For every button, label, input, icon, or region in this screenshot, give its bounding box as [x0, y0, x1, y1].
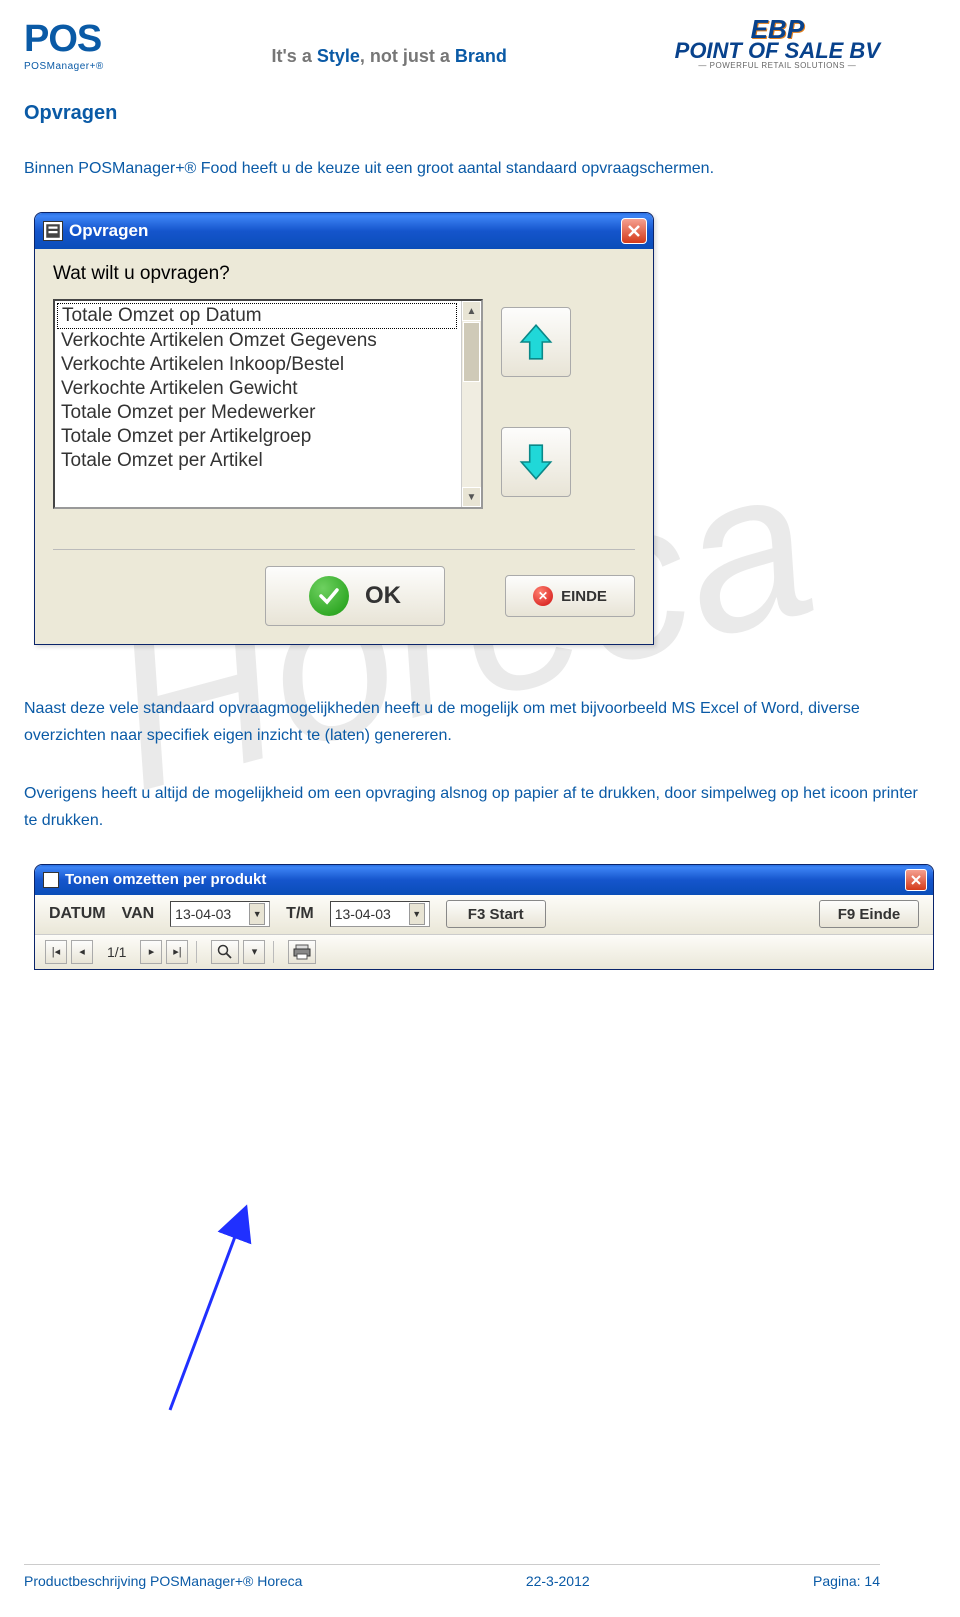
logo-main-text: POS [24, 18, 104, 61]
f3-start-button[interactable]: F3 Start [446, 900, 546, 928]
tm-date-value: 13-04-03 [335, 906, 391, 922]
paragraph-1: Binnen POSManager+® Food heeft u de keuz… [24, 155, 928, 182]
list-item[interactable]: Totale Omzet per Artikel [57, 449, 457, 473]
window2-title: Tonen omzetten per produkt [65, 871, 905, 888]
tm-label: T/M [286, 905, 314, 923]
listbox-scrollbar[interactable]: ▲ ▼ [461, 301, 481, 507]
dialog-prompt: Wat wilt u opvragen? [53, 263, 635, 285]
van-date-input[interactable]: 13-04-03 ▼ [170, 901, 270, 927]
footer-left: Productbeschrijving POSManager+® Horeca [24, 1573, 302, 1589]
list-item[interactable]: Verkochte Artikelen Omzet Gegevens [57, 329, 457, 353]
van-label: VAN [122, 905, 155, 923]
opvragen-dialog: Opvragen Wat wilt u opvragen? Totale Omz… [34, 212, 654, 645]
paragraph-2: Naast deze vele standaard opvraagmogelij… [24, 695, 928, 749]
list-item[interactable]: Totale Omzet op Datum [57, 303, 457, 329]
list-item[interactable]: Totale Omzet per Medewerker [57, 401, 457, 425]
page-footer: Productbeschrijving POSManager+® Horeca … [24, 1564, 880, 1589]
next-page-button[interactable]: ▸ [140, 940, 162, 964]
x-icon: ✕ [533, 586, 553, 606]
zoom-button[interactable] [211, 940, 239, 964]
first-page-button[interactable]: |◂ [45, 940, 67, 964]
list-item[interactable]: Totale Omzet per Artikelgroep [57, 425, 457, 449]
nav-toolbar: |◂ ◂ 1/1 ▸ ▸| ▾ [35, 935, 933, 969]
check-icon [309, 576, 349, 616]
footer-center: 22-3-2012 [526, 1573, 590, 1589]
dialog-titlebar: Opvragen [35, 213, 653, 249]
dropdown-icon[interactable]: ▼ [409, 903, 425, 925]
window2-icon [43, 872, 59, 888]
scroll-thumb[interactable] [463, 322, 480, 382]
footer-right: Pagina: 14 [813, 1573, 880, 1589]
window2-titlebar: Tonen omzetten per produkt [35, 865, 933, 895]
datum-label: DATUM [49, 905, 106, 923]
annotation-arrow-icon [150, 1200, 270, 1420]
window2-close-button[interactable] [905, 869, 927, 891]
list-item[interactable]: Verkochte Artikelen Inkoop/Bestel [57, 353, 457, 377]
scroll-down-icon[interactable]: ▼ [462, 487, 481, 507]
logo-posmanager: POS POSManager+® [24, 18, 104, 72]
section-title: Opvragen [24, 102, 928, 125]
einde-label: EINDE [561, 588, 607, 605]
move-up-button[interactable] [501, 307, 571, 377]
logo-ebp: EBP POINT OF SALE BV — POWERFUL RETAIL S… [675, 18, 880, 70]
tm-date-input[interactable]: 13-04-03 ▼ [330, 901, 430, 927]
prev-page-button[interactable]: ◂ [71, 940, 93, 964]
ok-label: OK [365, 582, 401, 610]
page-indicator: 1/1 [97, 944, 136, 960]
dialog-title: Opvragen [69, 221, 621, 241]
last-page-button[interactable]: ▸| [166, 940, 188, 964]
scroll-up-icon[interactable]: ▲ [462, 301, 481, 321]
zoom-drop-button[interactable]: ▾ [243, 940, 265, 964]
logo-ebp-sub: — POWERFUL RETAIL SOLUTIONS — [698, 61, 856, 70]
ok-button[interactable]: OK [265, 566, 445, 626]
report-listbox[interactable]: Totale Omzet op DatumVerkochte Artikelen… [53, 299, 483, 509]
van-date-value: 13-04-03 [175, 906, 231, 922]
paragraph-3: Overigens heeft u altijd de mogelijkheid… [24, 780, 928, 834]
tagline: It's a Style, not just a Brand [104, 18, 675, 67]
move-down-button[interactable] [501, 427, 571, 497]
window-icon [43, 221, 63, 241]
logo-sub-text: POSManager+® [24, 61, 104, 72]
dialog-separator [53, 549, 635, 550]
dropdown-icon[interactable]: ▼ [249, 903, 265, 925]
printer-button[interactable] [288, 940, 316, 964]
einde-button[interactable]: ✕ EINDE [505, 575, 635, 617]
logo-ebp-line2: POINT OF SALE BV [675, 41, 880, 61]
f9-einde-button[interactable]: F9 Einde [819, 900, 919, 928]
omzetten-window: Tonen omzetten per produkt DATUM VAN 13-… [34, 864, 934, 970]
list-item[interactable]: Verkochte Artikelen Gewicht [57, 377, 457, 401]
close-button[interactable] [621, 218, 647, 244]
date-toolbar: DATUM VAN 13-04-03 ▼ T/M 13-04-03 ▼ F3 S… [35, 895, 933, 935]
page-header: POS POSManager+® It's a Style, not just … [0, 0, 960, 82]
